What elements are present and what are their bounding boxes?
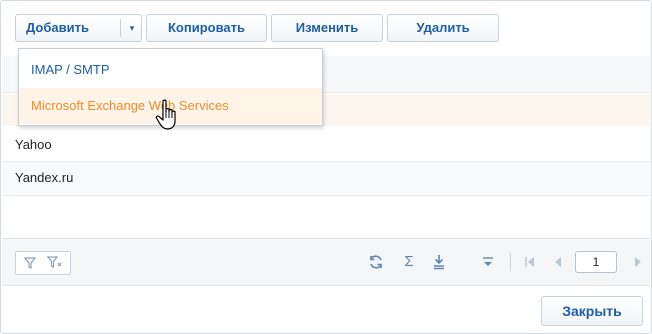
- page-number-input[interactable]: 1: [575, 251, 617, 273]
- refresh-icon[interactable]: [366, 251, 386, 273]
- chevron-down-icon[interactable]: ▾: [122, 15, 142, 41]
- copy-button[interactable]: Копировать: [146, 14, 267, 42]
- edit-button[interactable]: Изменить: [271, 14, 383, 42]
- table-row[interactable]: Yahoo: [2, 129, 650, 161]
- next-page-icon[interactable]: [628, 251, 648, 273]
- filter-icon[interactable]: [21, 252, 39, 275]
- row-label: Yandex.ru: [15, 170, 74, 185]
- delete-button[interactable]: Удалить: [387, 14, 499, 42]
- filter-controls: [15, 251, 71, 275]
- pager-divider: [510, 253, 511, 271]
- email-provider-dialog: Добавить ▾ Копировать Изменить Удалить Y…: [0, 0, 652, 334]
- sum-icon[interactable]: Σ: [399, 251, 419, 273]
- row-label: Yahoo: [15, 137, 52, 152]
- row-divider: [2, 195, 650, 196]
- menu-item-imap-smtp[interactable]: IMAP / SMTP: [19, 52, 322, 88]
- add-button-divider: [120, 19, 121, 37]
- close-button[interactable]: Закрыть: [541, 296, 643, 326]
- first-page-icon[interactable]: [520, 251, 540, 273]
- add-button[interactable]: Добавить ▾: [15, 14, 142, 42]
- menu-icon[interactable]: [478, 251, 498, 273]
- prev-page-icon[interactable]: [548, 251, 568, 273]
- add-button-label: Добавить: [26, 20, 89, 35]
- table-row[interactable]: Yandex.ru: [2, 162, 650, 194]
- hand-cursor-icon: [155, 99, 179, 136]
- grid-pager: Σ 1: [2, 238, 650, 286]
- export-icon[interactable]: [429, 251, 449, 273]
- clear-filter-icon[interactable]: [45, 252, 65, 276]
